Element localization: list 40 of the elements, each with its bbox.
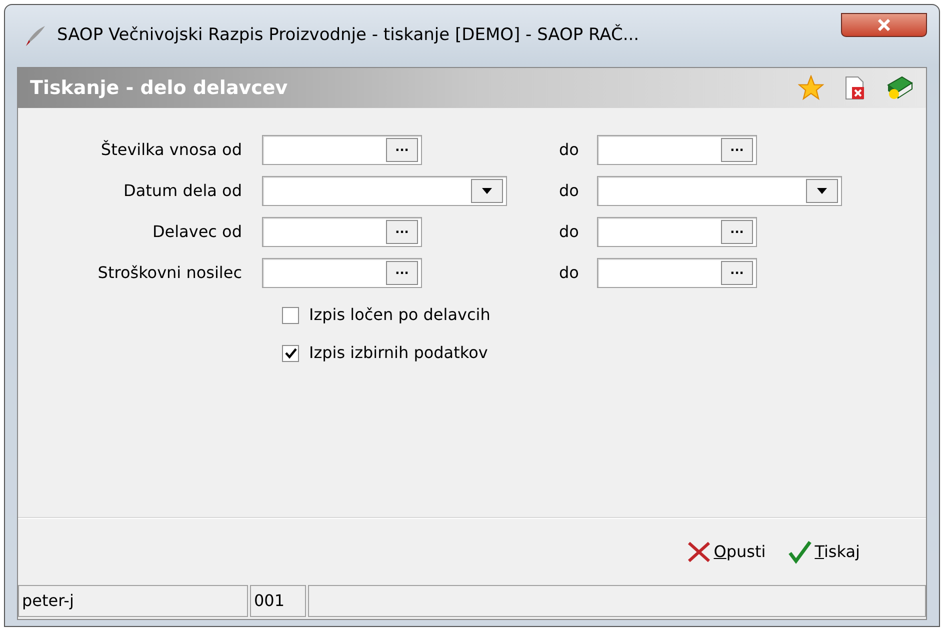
dialog-title: Tiskanje - delo delavcev: [30, 76, 288, 101]
lookup-field[interactable]: ···: [262, 135, 422, 165]
print-button[interactable]: Tiskaj: [788, 540, 860, 564]
date-dropdown[interactable]: [597, 176, 842, 206]
help-book-icon[interactable]: [886, 75, 914, 101]
quill-icon: [23, 24, 47, 48]
status-bar-cell: peter-j: [18, 585, 248, 617]
lookup-field[interactable]: ···: [597, 217, 757, 247]
lookup-field[interactable]: ···: [262, 217, 422, 247]
close-icon: [877, 19, 891, 31]
close-button[interactable]: [841, 13, 927, 37]
checkbox-label: Izpis izbirnih podatkov: [309, 342, 488, 364]
field-label: Številka vnosa od: [100, 139, 243, 161]
field-label: Stroškovni nosilec: [96, 262, 243, 284]
date-dropdown[interactable]: [262, 176, 507, 206]
range-to-label: do: [559, 139, 580, 161]
range-to-label: do: [559, 221, 580, 243]
status-bar-cell: 001: [250, 585, 306, 617]
field-label: Datum dela od: [122, 180, 243, 202]
checkbox[interactable]: [282, 306, 299, 324]
browse-button[interactable]: ···: [386, 220, 418, 244]
checkbox-label: Izpis ločen po delavcih: [309, 304, 490, 326]
browse-button[interactable]: ···: [721, 220, 753, 244]
range-to-label: do: [559, 180, 580, 202]
field-label: Delavec od: [151, 221, 243, 243]
checkmark-icon: [788, 540, 812, 564]
window-title: SAOP Večnivojski Razpis Proizvodnje - tiskanje [DEMO] - SAOP RAČ...: [57, 23, 640, 48]
browse-button[interactable]: ···: [386, 261, 418, 285]
checkbox[interactable]: [282, 344, 299, 362]
star-icon[interactable]: [798, 75, 824, 101]
range-to-label: do: [559, 262, 580, 284]
lookup-field[interactable]: ···: [262, 258, 422, 288]
browse-button[interactable]: ···: [721, 261, 753, 285]
browse-button[interactable]: ···: [386, 138, 418, 162]
browse-button[interactable]: ···: [721, 138, 753, 162]
lookup-field[interactable]: ···: [597, 258, 757, 288]
cross-icon: [686, 541, 711, 563]
document-delete-icon[interactable]: [844, 76, 866, 100]
lookup-field[interactable]: ···: [597, 135, 757, 165]
cancel-button[interactable]: Opusti: [686, 540, 766, 564]
